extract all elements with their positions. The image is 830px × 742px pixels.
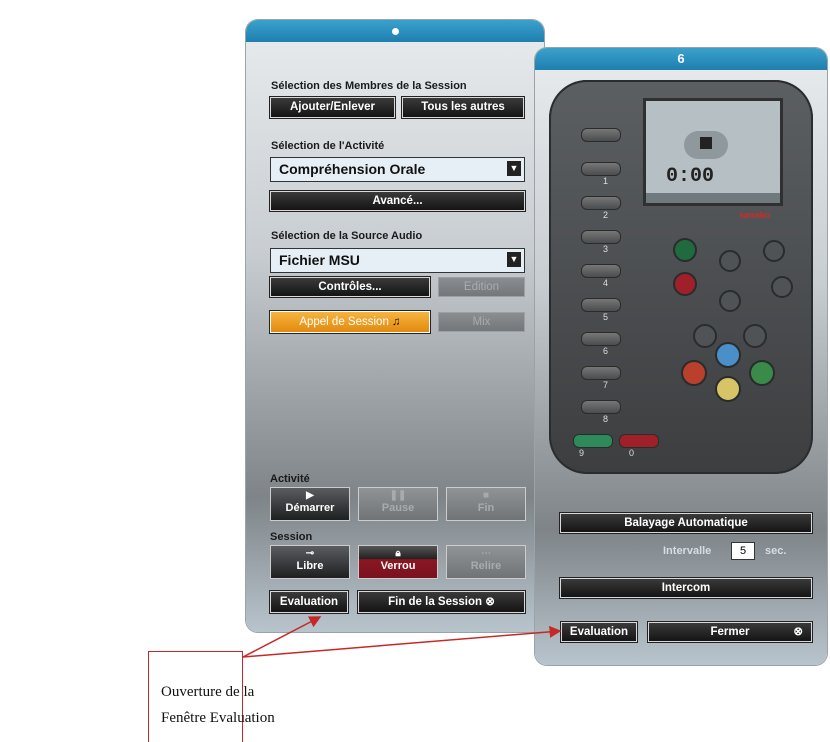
callout-box: Ouverture de la Fenêtre Evaluation — [148, 651, 275, 742]
arrow-to-right-evaluation — [242, 625, 562, 658]
callout-line-1: Ouverture de la — [161, 684, 255, 700]
callout-line-2: Fenêtre Evaluation — [161, 710, 275, 726]
callout-arrows — [242, 616, 562, 658]
